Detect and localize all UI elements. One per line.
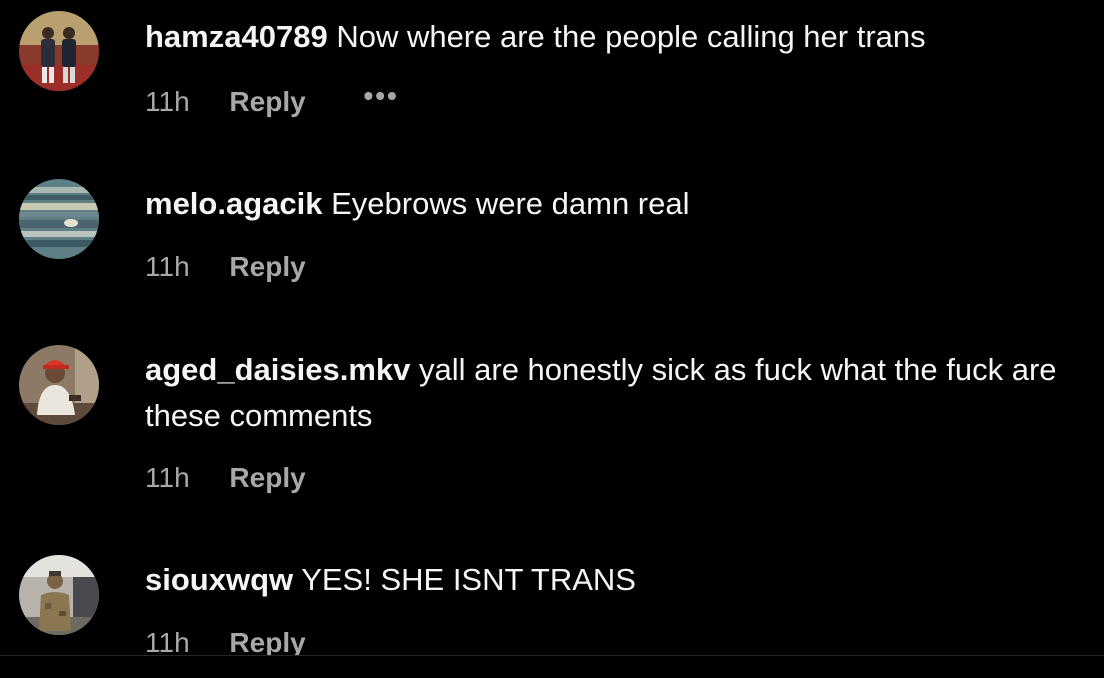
comment-username[interactable]: siouxwqw	[145, 562, 293, 597]
comment-username[interactable]: hamza40789	[145, 19, 328, 54]
comment-text: Eyebrows were damn real	[331, 186, 690, 221]
avatar[interactable]	[19, 345, 99, 425]
comment-text-block: hamza40789 Now where are the people call…	[145, 14, 1090, 60]
avatar[interactable]	[19, 11, 99, 91]
reply-button[interactable]: Reply	[229, 82, 305, 122]
more-options-icon[interactable]: •••	[363, 76, 398, 116]
avatar[interactable]	[19, 555, 99, 635]
comment-timestamp: 11h	[145, 462, 190, 493]
comment-timestamp: 11h	[145, 251, 190, 282]
comment-username[interactable]: melo.agacik	[145, 186, 322, 221]
user-avatar-image	[19, 11, 99, 91]
user-avatar-image	[19, 179, 99, 259]
reply-button[interactable]: Reply	[229, 458, 305, 498]
comment-timestamp: 11h	[145, 86, 190, 117]
comment-text: Now where are the people calling her tra…	[336, 19, 926, 54]
comment-text-block: melo.agacik Eyebrows were damn real	[145, 181, 1090, 227]
avatar[interactable]	[19, 179, 99, 259]
comment-meta: 11h Reply	[145, 458, 306, 498]
comment-text-block: aged_daisies.mkv yall are honestly sick …	[145, 347, 1090, 439]
reply-button[interactable]: Reply	[229, 247, 305, 287]
comment-text-block: siouxwqw YES! SHE ISNT TRANS	[145, 557, 1090, 603]
comment-meta: 11h Reply	[145, 247, 306, 287]
bottom-bar	[0, 656, 1104, 678]
comment-text: YES! SHE ISNT TRANS	[301, 562, 636, 597]
user-avatar-image	[19, 555, 99, 635]
comment-meta: 11h Reply •••	[145, 80, 399, 122]
comment-username[interactable]: aged_daisies.mkv	[145, 352, 410, 387]
user-avatar-image	[19, 345, 99, 425]
